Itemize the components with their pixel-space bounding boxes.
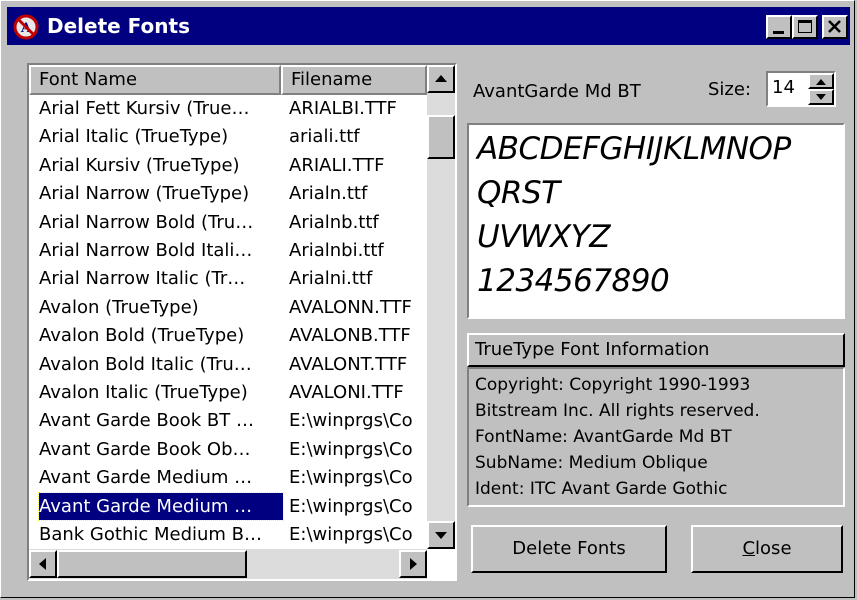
minimize-button[interactable] bbox=[766, 15, 792, 39]
font-name-cell: Avant Garde Book Ob… bbox=[39, 438, 251, 460]
filename-cell: Arialn.ttf bbox=[289, 183, 368, 205]
filename-cell: E:\winprgs\Co bbox=[289, 467, 413, 489]
font-row[interactable]: Arial Fett Kursiv (True… ARIALBI.TTF bbox=[31, 95, 427, 122]
filename-cell: AVALONN.TTF bbox=[289, 296, 412, 318]
close-button[interactable]: Close bbox=[691, 525, 843, 573]
size-label: Size: bbox=[708, 79, 752, 100]
scroll-left-icon bbox=[39, 558, 46, 570]
info-line: Ident: ITC Avant Garde Gothic bbox=[475, 479, 728, 499]
title-bar[interactable]: A Delete Fonts bbox=[7, 7, 850, 45]
delete-fonts-label: Delete Fonts bbox=[512, 538, 626, 559]
vertical-scrollbar[interactable] bbox=[427, 65, 455, 549]
font-row[interactable]: Avalon (TrueType) AVALONN.TTF bbox=[31, 294, 427, 321]
font-name-cell: Avalon (TrueType) bbox=[39, 296, 199, 318]
filename-cell: E:\winprgs\Co bbox=[289, 524, 413, 545]
size-spinner[interactable]: 14 bbox=[766, 71, 836, 107]
filename-cell: Arialni.ttf bbox=[289, 268, 373, 290]
font-row[interactable]: Arial Narrow Bold Itali… Arialnbi.ttf bbox=[31, 237, 427, 264]
font-name-cell: Arial Narrow (TrueType) bbox=[39, 183, 250, 205]
scroll-left-button[interactable] bbox=[29, 550, 57, 578]
spin-up-icon bbox=[816, 79, 826, 85]
close-accelerator: C bbox=[742, 538, 756, 559]
column-header-filename[interactable]: Filename bbox=[281, 65, 427, 95]
maximize-button[interactable] bbox=[792, 15, 818, 39]
maximize-icon bbox=[798, 20, 812, 33]
close-icon bbox=[828, 20, 841, 33]
font-name-cell: Avalon Bold (TrueType) bbox=[39, 325, 245, 347]
font-list[interactable]: Font Name Filename Arial Fett Kursiv (Tr… bbox=[27, 63, 457, 581]
font-row[interactable]: Arial Narrow Italic (Tr… Arialni.ttf bbox=[31, 265, 427, 292]
filename-cell: ARIALI.TTF bbox=[289, 154, 385, 176]
close-label-rest: lose bbox=[755, 538, 792, 559]
font-name-cell: Avalon Italic (TrueType) bbox=[39, 382, 248, 403]
delete-fonts-button[interactable]: Delete Fonts bbox=[471, 525, 667, 573]
info-line: SubName: Medium Oblique bbox=[475, 453, 708, 473]
font-row[interactable]: Avant Garde Book Ob… E:\winprgs\Co bbox=[31, 436, 427, 463]
font-row[interactable]: Arial Italic (TrueType) ariali.ttf bbox=[31, 123, 427, 150]
info-line: Copyright: Copyright 1990-1993 bbox=[475, 375, 751, 395]
font-name-cell: Arial Kursiv (TrueType) bbox=[39, 154, 240, 176]
filename-cell: ariali.ttf bbox=[289, 126, 360, 148]
filename-cell: Arialnbi.ttf bbox=[289, 240, 384, 261]
scroll-up-button[interactable] bbox=[427, 65, 455, 93]
filename-cell: AVALONT.TTF bbox=[289, 353, 408, 375]
filename-cell: E:\winprgs\Co bbox=[289, 438, 413, 460]
preview-line: UVWXYZ bbox=[477, 219, 610, 255]
font-name-cell: Arial Narrow Bold Itali… bbox=[39, 240, 253, 261]
column-header-font-name[interactable]: Font Name bbox=[29, 65, 281, 95]
filename-cell: E:\winprgs\Co bbox=[289, 495, 413, 517]
size-value[interactable]: 14 bbox=[772, 77, 795, 98]
font-name-cell: Avant Garde Medium … bbox=[38, 491, 284, 521]
info-line: Bitstream Inc. All rights reserved. bbox=[475, 401, 760, 421]
spin-down-icon bbox=[816, 94, 826, 100]
size-increase-button[interactable] bbox=[808, 73, 834, 89]
font-info-box: Copyright: Copyright 1990-1993 Bitstream… bbox=[467, 367, 845, 507]
preview-line: QRST bbox=[477, 175, 560, 211]
size-decrease-button[interactable] bbox=[808, 89, 834, 105]
font-row[interactable]: Bank Gothic Medium B… E:\winprgs\Co bbox=[31, 521, 427, 548]
font-row[interactable]: Avant Garde Medium … E:\winprgs\Co bbox=[31, 491, 427, 521]
font-name-cell: Arial Narrow Italic (Tr… bbox=[39, 268, 246, 290]
filename-cell: AVALONB.TTF bbox=[289, 325, 411, 347]
close-window-button[interactable] bbox=[822, 15, 848, 39]
window-title: Delete Fonts bbox=[47, 14, 190, 38]
font-name-cell: Avant Garde Book BT … bbox=[39, 410, 254, 432]
scroll-down-icon bbox=[435, 532, 447, 539]
horizontal-scroll-thumb[interactable] bbox=[57, 550, 247, 578]
scroll-right-button[interactable] bbox=[399, 550, 427, 578]
vertical-scroll-thumb[interactable] bbox=[427, 115, 455, 159]
font-name-cell: Bank Gothic Medium B… bbox=[39, 524, 263, 545]
font-row[interactable]: Avalon Bold (TrueType) AVALONB.TTF bbox=[31, 322, 427, 349]
font-name-cell: Avant Garde Medium … bbox=[39, 467, 253, 489]
preview-line: 1234567890 bbox=[477, 263, 670, 299]
filename-cell: E:\winprgs\Co bbox=[289, 410, 413, 432]
font-name-cell: Arial Narrow Bold (Tru… bbox=[39, 211, 254, 233]
info-line: FontName: AvantGarde Md BT bbox=[475, 427, 732, 447]
scroll-up-icon bbox=[435, 75, 447, 82]
font-row[interactable]: Arial Narrow (TrueType) Arialn.ttf bbox=[31, 180, 427, 207]
delete-fonts-icon: A bbox=[13, 14, 39, 40]
minimize-icon bbox=[773, 31, 784, 34]
font-row[interactable]: Arial Narrow Bold (Tru… Arialnb.ttf bbox=[31, 209, 427, 236]
preview-font-name: AvantGarde Md BT bbox=[473, 81, 641, 102]
font-preview-pane: ABCDEFGHIJKLMNOP QRST UVWXYZ 1234567890 bbox=[467, 123, 845, 319]
font-name-cell: Arial Italic (TrueType) bbox=[39, 126, 229, 148]
font-row[interactable]: Avant Garde Medium … E:\winprgs\Co bbox=[31, 464, 427, 491]
font-row[interactable]: Arial Kursiv (TrueType) ARIALI.TTF bbox=[31, 152, 427, 179]
font-row[interactable]: Avalon Bold Italic (Tru… AVALONT.TTF bbox=[31, 351, 427, 378]
font-row[interactable]: Avalon Italic (TrueType) AVALONI.TTF bbox=[31, 379, 427, 406]
font-info-header: TrueType Font Information bbox=[467, 333, 845, 367]
filename-cell: ARIALBI.TTF bbox=[289, 98, 397, 119]
filename-cell: Arialnb.ttf bbox=[289, 211, 379, 233]
scroll-right-icon bbox=[410, 558, 417, 570]
preview-line: ABCDEFGHIJKLMNOP bbox=[477, 131, 791, 167]
delete-fonts-window: A Delete Fonts Font Name Filename Arial … bbox=[0, 0, 855, 598]
filename-cell: AVALONI.TTF bbox=[289, 382, 404, 403]
scroll-down-button[interactable] bbox=[427, 521, 455, 549]
horizontal-scrollbar[interactable] bbox=[29, 549, 427, 579]
font-name-cell: Arial Fett Kursiv (True… bbox=[39, 98, 250, 119]
font-name-cell: Avalon Bold Italic (Tru… bbox=[39, 353, 252, 375]
font-row[interactable]: Avant Garde Book BT … E:\winprgs\Co bbox=[31, 407, 427, 434]
